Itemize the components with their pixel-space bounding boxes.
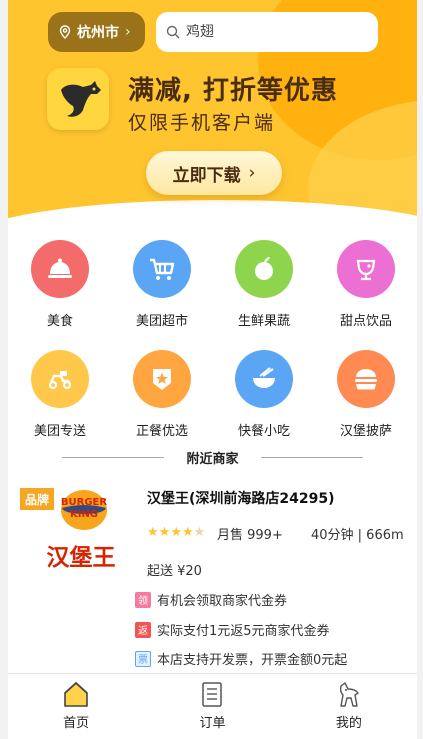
category-label: 正餐优选 [135,424,188,439]
divider [260,456,363,458]
coupon-badge-icon: 领 [135,591,151,608]
nearby-section-header: 附近商家 [8,447,417,467]
category-desserts-drinks[interactable]: 甜点饮品 [316,240,416,329]
tab-orders[interactable]: 订单 [144,674,280,739]
promo-text: 有机会领取商家代金券 [157,594,288,609]
category-premium-meals[interactable]: 正餐优选 [112,350,212,439]
tab-home[interactable]: 首页 [8,674,144,739]
category-supermarket[interactable]: 美团超市 [112,240,212,329]
banner-subline: 仅限手机客户端 [128,112,276,134]
svg-text:KING: KING [70,509,98,520]
merchant-name: 汉堡王(深圳前海路店24295) [147,491,335,507]
noodle-bowl-icon [253,367,275,388]
bottom-tab-bar: 首页 订单 我的 [8,673,417,739]
category-fresh-produce[interactable]: 生鲜果蔬 [214,240,314,329]
promo-item: 领 有机会领取商家代金券 [135,590,287,609]
promo-text: 本店支持开发票，开票金额0元起 [157,653,348,668]
city-selector[interactable]: 杭州市 › [48,12,145,52]
kangaroo-logo-icon [47,68,109,130]
tab-label: 我的 [335,716,362,731]
merchant-card[interactable]: BURGER KING 汉堡王 品牌 汉堡王(深圳前海路店24295) ★ ★ … [8,480,417,670]
search-icon [166,25,180,39]
scooter-icon [48,371,72,390]
min-order: 起送 ¥20 [147,564,202,579]
banner-headline: 满减, 打折等优惠 [128,76,338,106]
rating-stars: ★ ★ ★ ★ ★ [147,525,205,541]
category-food[interactable]: 美食 [10,240,110,329]
orders-icon [202,682,223,707]
star-icon: ★ [158,525,171,540]
nearby-title: 附近商家 [186,451,239,467]
search-box[interactable] [156,12,378,52]
promo-text: 实际支付1元返5元商家代金券 [157,624,330,639]
chevron-right-icon: › [125,24,131,40]
drink-cup-icon [356,259,376,281]
search-input[interactable] [186,24,366,40]
category-label: 快餐小吃 [237,424,290,439]
home-icon [64,681,88,707]
tab-label: 首页 [63,716,90,731]
chevron-right-icon: › [248,163,256,183]
category-label: 美食 [46,314,73,329]
svg-text:BURGER: BURGER [61,497,107,508]
category-label: 美团专送 [33,424,86,439]
half-star-icon: ★ [193,525,206,540]
star-icon: ★ [147,525,159,540]
promo-item: 返 实际支付1元返5元商家代金券 [135,620,330,639]
star-badge-icon [153,369,171,390]
food-dome-icon [48,258,72,278]
category-label: 生鲜果蔬 [237,314,290,329]
apple-icon [255,257,273,280]
category-meituan-delivery[interactable]: 美团专送 [10,350,110,439]
download-button-label: 立即下载 [172,165,241,186]
promo-banner: 杭州市 › 满减, 打折等优惠 仅限手机客户端 立即下载 › [8,0,417,220]
category-label: 甜点饮品 [339,314,392,329]
star-icon: ★ [170,525,182,540]
tab-label: 订单 [199,716,226,731]
brand-tag: 品牌 [20,488,54,510]
location-pin-icon [59,25,71,39]
tab-profile[interactable]: 我的 [281,674,417,739]
download-button[interactable]: 立即下载 › [146,151,282,195]
category-label: 汉堡披萨 [339,424,392,439]
divider [62,456,165,458]
app-page: 杭州市 › 满减, 打折等优惠 仅限手机客户端 立即下载 › [8,0,417,739]
svg-text:汉堡王: 汉堡王 [47,544,116,571]
category-label: 美团超市 [135,314,188,329]
burger-icon [355,369,377,390]
star-icon: ★ [181,525,194,540]
category-burger-pizza[interactable]: 汉堡披萨 [316,350,416,439]
delivery-info: 40分钟 | 666m [311,528,404,543]
promo-item: 票 本店支持开发票，开票金额0元起 [135,649,347,668]
category-fast-food[interactable]: 快餐小吃 [214,350,314,439]
meituan-app-icon [47,68,109,130]
cashback-badge-icon: 返 [135,621,151,638]
monthly-sales: 月售 999+ [217,528,283,543]
profile-icon [339,682,359,707]
category-icon-circle [31,240,89,298]
invoice-badge-icon: 票 [135,650,151,667]
city-name: 杭州市 [77,25,119,41]
shopping-cart-icon [150,258,175,280]
